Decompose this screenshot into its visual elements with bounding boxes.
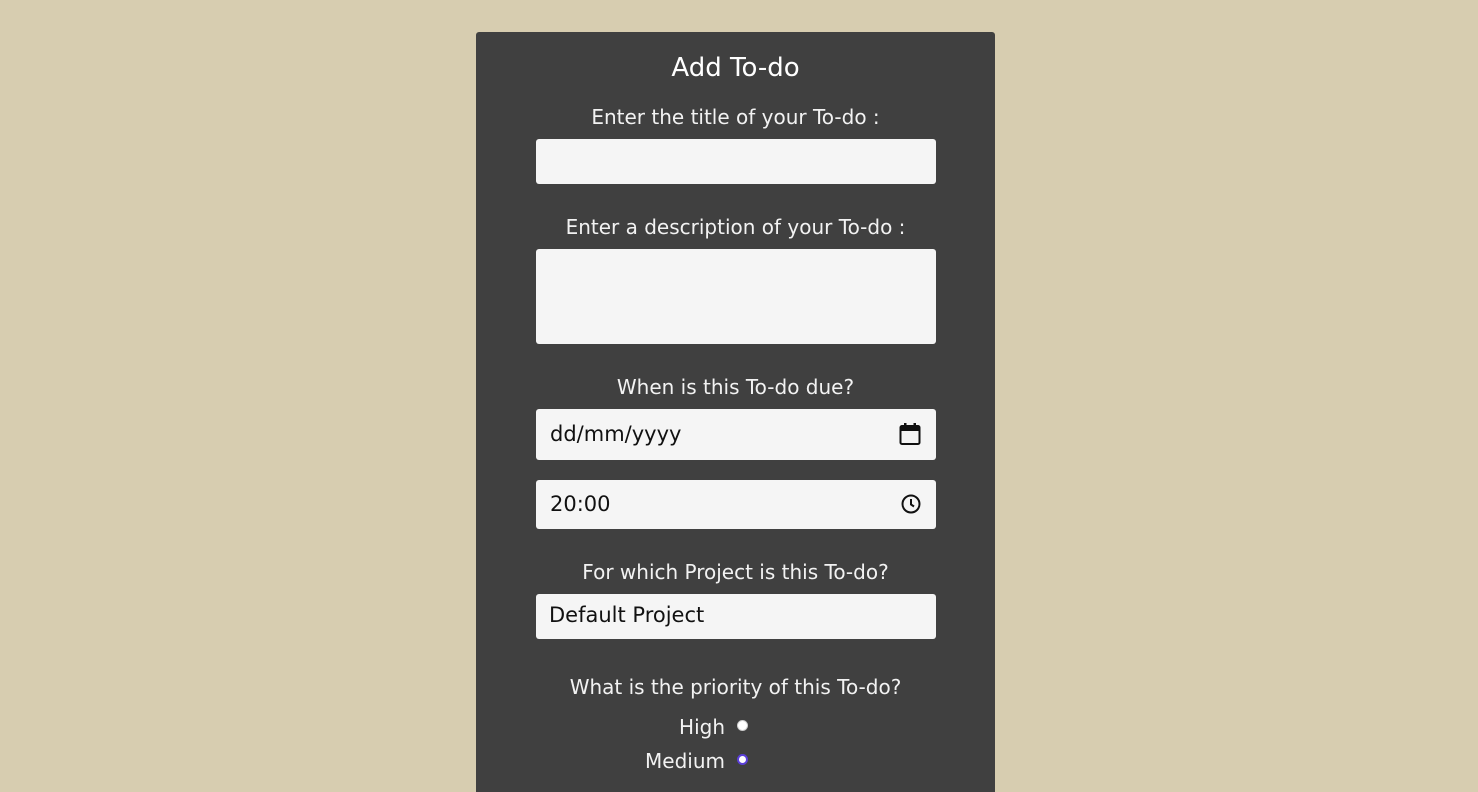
due-date-input[interactable]: dd/mm/yyyy (536, 409, 936, 460)
priority-label: What is the priority of this To-do? (569, 675, 902, 699)
priority-option-high[interactable]: High (476, 714, 995, 740)
due-date-value: dd/mm/yyyy (550, 422, 682, 446)
project-select[interactable]: Default Project (536, 594, 936, 639)
project-select-value: Default Project (549, 603, 705, 627)
priority-high-radio[interactable] (737, 720, 748, 731)
description-textarea[interactable] (536, 249, 936, 344)
title-input[interactable] (536, 139, 936, 184)
clock-icon[interactable] (900, 493, 922, 515)
calendar-icon[interactable] (898, 422, 922, 446)
priority-option-medium[interactable]: Medium (476, 748, 995, 774)
due-time-value: 20:00 (550, 492, 611, 516)
due-label: When is this To-do due? (616, 375, 855, 399)
title-label: Enter the title of your To-do : (591, 105, 880, 129)
description-label: Enter a description of your To-do : (565, 215, 906, 239)
project-label: For which Project is this To-do? (582, 560, 889, 584)
priority-high-label: High (679, 715, 725, 739)
priority-medium-label: Medium (645, 749, 725, 773)
due-time-input[interactable]: 20:00 (536, 480, 936, 529)
add-todo-panel: Add To-do Enter the title of your To-do … (476, 32, 995, 792)
page-title: Add To-do (671, 53, 800, 83)
priority-medium-radio[interactable] (737, 754, 748, 765)
